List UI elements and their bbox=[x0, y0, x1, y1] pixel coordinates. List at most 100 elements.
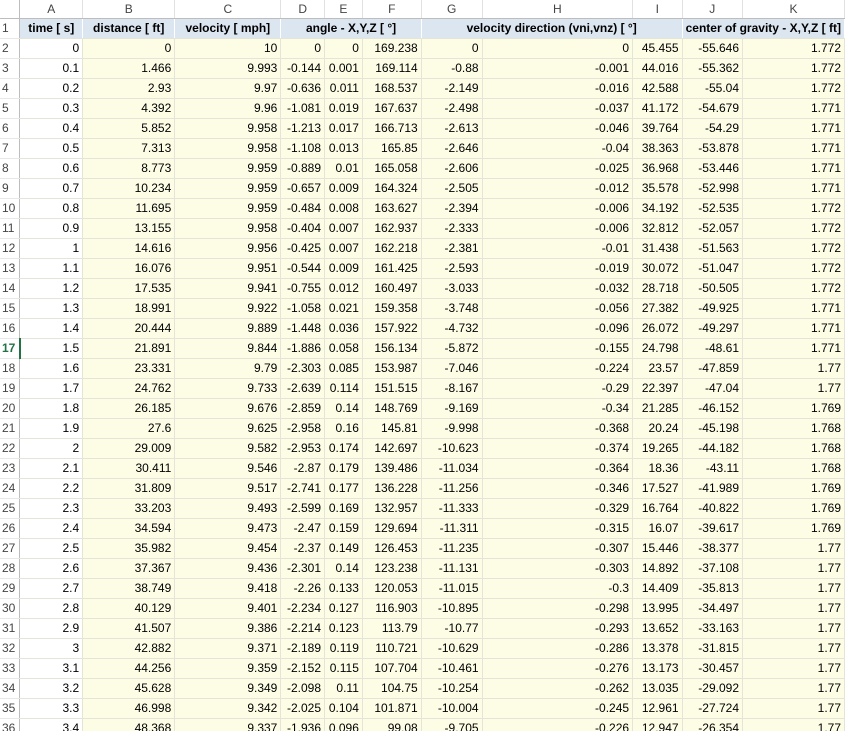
cell-k[interactable]: 1.77 bbox=[742, 378, 845, 399]
cell-c[interactable]: 9.733 bbox=[174, 378, 282, 399]
cell-g[interactable]: -11.131 bbox=[421, 558, 483, 579]
header-time[interactable]: time [ s] bbox=[19, 18, 84, 39]
cell-i[interactable]: 34.192 bbox=[632, 198, 683, 219]
header-distance[interactable]: distance [ ft] bbox=[82, 18, 176, 39]
cell-i[interactable]: 44.016 bbox=[632, 58, 683, 79]
cell-d[interactable]: -0.657 bbox=[280, 178, 325, 199]
cell-c[interactable]: 9.493 bbox=[174, 498, 282, 519]
cell-j[interactable]: -38.377 bbox=[682, 538, 744, 559]
cell-g[interactable]: -11.235 bbox=[421, 538, 483, 559]
cell-d[interactable]: -2.87 bbox=[280, 458, 325, 479]
row-number[interactable]: 30 bbox=[0, 598, 21, 619]
cell-h[interactable]: -0.3 bbox=[482, 578, 634, 599]
column-header-b[interactable]: B bbox=[82, 0, 176, 19]
row-number[interactable]: 12 bbox=[0, 238, 21, 259]
cell-h[interactable]: -0.34 bbox=[482, 398, 634, 419]
cell-h[interactable]: -0.276 bbox=[482, 658, 634, 679]
cell-e[interactable]: 0.114 bbox=[324, 378, 363, 399]
cell-b[interactable]: 46.998 bbox=[82, 698, 176, 719]
cell-i[interactable]: 12.947 bbox=[632, 718, 683, 731]
cell-d[interactable]: -1.936 bbox=[280, 718, 325, 731]
cell-j[interactable]: -51.047 bbox=[682, 258, 744, 279]
cell-i[interactable]: 38.363 bbox=[632, 138, 683, 159]
cell-a[interactable]: 3.4 bbox=[19, 718, 84, 731]
header-velocity[interactable]: velocity [ mph] bbox=[174, 18, 282, 39]
cell-k[interactable]: 1.769 bbox=[742, 518, 845, 539]
cell-k[interactable]: 1.77 bbox=[742, 598, 845, 619]
cell-d[interactable]: -2.599 bbox=[280, 498, 325, 519]
cell-k[interactable]: 1.77 bbox=[742, 658, 845, 679]
cell-k[interactable]: 1.771 bbox=[742, 98, 845, 119]
cell-i[interactable]: 22.397 bbox=[632, 378, 683, 399]
cell-d[interactable]: -2.859 bbox=[280, 398, 325, 419]
cell-b[interactable]: 34.594 bbox=[82, 518, 176, 539]
cell-g[interactable]: -0.88 bbox=[421, 58, 483, 79]
cell-f[interactable]: 162.218 bbox=[362, 238, 422, 259]
cell-e[interactable]: 0 bbox=[324, 38, 363, 59]
row-number[interactable]: 11 bbox=[0, 218, 21, 239]
cell-d[interactable]: -2.303 bbox=[280, 358, 325, 379]
cell-g[interactable]: -10.461 bbox=[421, 658, 483, 679]
cell-h[interactable]: -0.29 bbox=[482, 378, 634, 399]
cell-e[interactable]: 0.159 bbox=[324, 518, 363, 539]
cell-i[interactable]: 27.382 bbox=[632, 298, 683, 319]
cell-f[interactable]: 163.627 bbox=[362, 198, 422, 219]
cell-j[interactable]: -52.998 bbox=[682, 178, 744, 199]
cell-c[interactable]: 9.546 bbox=[174, 458, 282, 479]
cell-d[interactable]: -2.025 bbox=[280, 698, 325, 719]
cell-h[interactable]: -0.032 bbox=[482, 278, 634, 299]
cell-b[interactable]: 48.368 bbox=[82, 718, 176, 731]
cell-e[interactable]: 0.127 bbox=[324, 598, 363, 619]
cell-c[interactable]: 9.342 bbox=[174, 698, 282, 719]
cell-g[interactable]: -2.505 bbox=[421, 178, 483, 199]
cell-k[interactable]: 1.77 bbox=[742, 538, 845, 559]
row-number[interactable]: 35 bbox=[0, 698, 21, 719]
cell-g[interactable]: -4.732 bbox=[421, 318, 483, 339]
cell-h[interactable]: -0.037 bbox=[482, 98, 634, 119]
cell-f[interactable]: 132.957 bbox=[362, 498, 422, 519]
cell-h[interactable]: -0.056 bbox=[482, 298, 634, 319]
cell-k[interactable]: 1.771 bbox=[742, 138, 845, 159]
row-number[interactable]: 18 bbox=[0, 358, 21, 379]
cell-e[interactable]: 0.177 bbox=[324, 478, 363, 499]
cell-c[interactable]: 9.625 bbox=[174, 418, 282, 439]
cell-e[interactable]: 0.115 bbox=[324, 658, 363, 679]
cell-g[interactable]: -2.593 bbox=[421, 258, 483, 279]
cell-h[interactable]: -0.262 bbox=[482, 678, 634, 699]
cell-e[interactable]: 0.009 bbox=[324, 258, 363, 279]
row-number[interactable]: 23 bbox=[0, 458, 21, 479]
cell-k[interactable]: 1.77 bbox=[742, 558, 845, 579]
cell-j[interactable]: -46.152 bbox=[682, 398, 744, 419]
cell-b[interactable]: 42.882 bbox=[82, 638, 176, 659]
row-number[interactable]: 32 bbox=[0, 638, 21, 659]
cell-c[interactable]: 9.349 bbox=[174, 678, 282, 699]
cell-a[interactable]: 0.6 bbox=[19, 158, 84, 179]
cell-b[interactable]: 5.852 bbox=[82, 118, 176, 139]
row-number[interactable]: 34 bbox=[0, 678, 21, 699]
cell-f[interactable]: 129.694 bbox=[362, 518, 422, 539]
cell-e[interactable]: 0.169 bbox=[324, 498, 363, 519]
cell-j[interactable]: -33.163 bbox=[682, 618, 744, 639]
cell-k[interactable]: 1.771 bbox=[742, 178, 845, 199]
cell-d[interactable]: -1.108 bbox=[280, 138, 325, 159]
cell-f[interactable]: 168.537 bbox=[362, 78, 422, 99]
cell-k[interactable]: 1.77 bbox=[742, 638, 845, 659]
cell-b[interactable]: 23.331 bbox=[82, 358, 176, 379]
cell-a[interactable]: 0 bbox=[19, 38, 84, 59]
cell-e[interactable]: 0.019 bbox=[324, 98, 363, 119]
cell-h[interactable]: -0.298 bbox=[482, 598, 634, 619]
row-number[interactable]: 22 bbox=[0, 438, 21, 459]
cell-k[interactable]: 1.772 bbox=[742, 238, 845, 259]
column-header-f[interactable]: F bbox=[362, 0, 422, 19]
cell-g[interactable]: -10.895 bbox=[421, 598, 483, 619]
cell-d[interactable]: -0.889 bbox=[280, 158, 325, 179]
select-all-corner[interactable] bbox=[0, 0, 21, 19]
cell-f[interactable]: 110.721 bbox=[362, 638, 422, 659]
cell-d[interactable]: -2.639 bbox=[280, 378, 325, 399]
cell-f[interactable]: 107.704 bbox=[362, 658, 422, 679]
cell-h[interactable]: -0.329 bbox=[482, 498, 634, 519]
cell-k[interactable]: 1.77 bbox=[742, 678, 845, 699]
cell-f[interactable]: 153.987 bbox=[362, 358, 422, 379]
cell-a[interactable]: 1.2 bbox=[19, 278, 84, 299]
cell-c[interactable]: 9.401 bbox=[174, 598, 282, 619]
